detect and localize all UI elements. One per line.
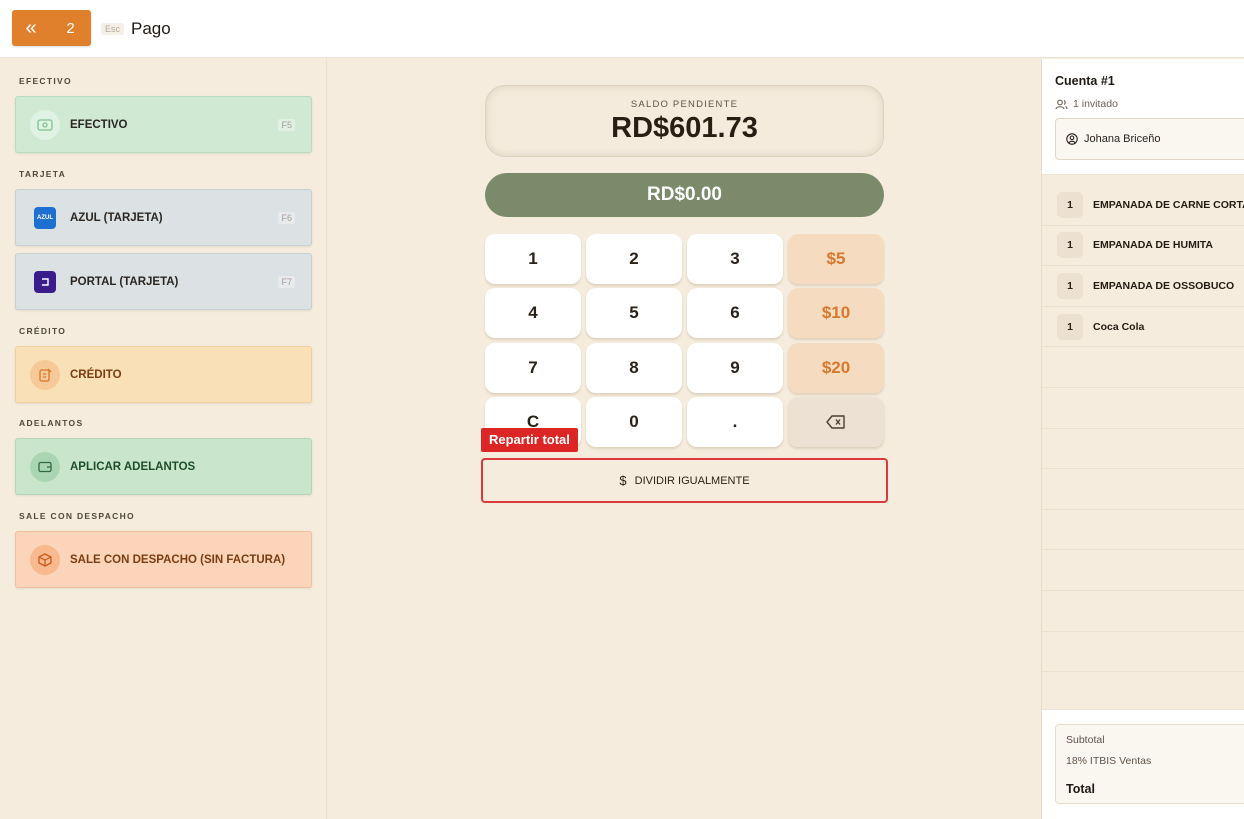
balance-amount: RD$601.73: [611, 112, 758, 144]
credit-note-icon: [30, 359, 60, 390]
azul-logo: AZUL: [34, 206, 56, 229]
keypad-key-8[interactable]: 8: [586, 343, 682, 393]
keypad-key-decimal[interactable]: .: [687, 397, 783, 447]
shortcut-key: F6: [278, 211, 295, 224]
item-quantity: 1: [1057, 272, 1083, 299]
totals-box: Subtotal 18% ITBIS Ventas Total: [1055, 724, 1244, 804]
keypad-key-9[interactable]: 9: [687, 343, 783, 393]
item-quantity: 1: [1057, 191, 1083, 218]
payment-method-label: SALE CON DESPACHO (SIN FACTURA): [70, 553, 286, 566]
payment-method-label: CRÉDITO: [70, 368, 122, 381]
quick-amount-10[interactable]: $10: [788, 288, 884, 338]
wallet-icon: [30, 451, 60, 482]
order-item-row[interactable]: 1 EMPANADA DE OSSOBUCO: [1042, 266, 1244, 307]
empty-row: [1042, 388, 1244, 429]
payment-method-adelantos[interactable]: APLICAR ADELANTOS: [15, 438, 312, 495]
empty-row: [1042, 591, 1244, 632]
empty-row: [1042, 632, 1244, 673]
item-name: EMPANADA DE OSSOBUCO: [1093, 279, 1235, 292]
payment-method-label: AZUL (TARJETA): [70, 211, 163, 224]
cash-icon: [30, 109, 60, 140]
top-bar: « 2 Esc Pago: [0, 0, 1244, 58]
item-name: Coca Cola: [1093, 320, 1145, 333]
guest-selector[interactable]: Johana Briceño: [1055, 118, 1244, 160]
split-equally-button[interactable]: $ DIVIDIR IGUALMENTE: [481, 458, 888, 503]
shortcut-key: F5: [278, 118, 295, 131]
backspace-button[interactable]: [788, 397, 884, 447]
keypad-key-2[interactable]: 2: [586, 234, 682, 284]
back-count: 2: [66, 19, 75, 37]
payment-method-despacho[interactable]: SALE CON DESPACHO (SIN FACTURA): [15, 531, 312, 588]
order-items-list: 1 EMPANADA DE CARNE CORTADA 1 EMPANADA D…: [1042, 185, 1244, 713]
guest-name: Johana Briceño: [1084, 133, 1161, 145]
package-icon: [30, 544, 60, 575]
split-equally-label: DIVIDIR IGUALMENTE: [634, 474, 750, 487]
empty-row: [1042, 550, 1244, 591]
empty-row: [1042, 429, 1244, 470]
item-name: EMPANADA DE CARNE CORTADA: [1093, 198, 1244, 211]
empty-row: [1042, 469, 1244, 510]
user-circle-icon: [1066, 133, 1078, 145]
keypad-key-7[interactable]: 7: [485, 343, 581, 393]
payment-method-portal[interactable]: PORTAL (TARJETA) F7: [15, 253, 312, 310]
account-panel: Cuenta #1 1 invitado Johana Briceño 1 EM…: [1041, 59, 1244, 819]
section-label-adelantos: ADELANTOS: [19, 418, 84, 428]
item-quantity: 1: [1057, 232, 1083, 259]
payment-method-efectivo[interactable]: EFECTIVO F5: [15, 96, 312, 153]
keypad-key-3[interactable]: 3: [687, 234, 783, 284]
empty-row: [1042, 672, 1244, 713]
empty-row: [1042, 347, 1244, 388]
quick-amount-20[interactable]: $20: [788, 343, 884, 393]
guest-count-label: 1 invitado: [1073, 98, 1118, 110]
payment-method-label: APLICAR ADELANTOS: [70, 460, 196, 473]
payment-method-label: PORTAL (TARJETA): [70, 275, 179, 288]
keypad-key-5[interactable]: 5: [586, 288, 682, 338]
item-quantity: 1: [1057, 313, 1083, 340]
account-header: Cuenta #1 1 invitado Johana Briceño: [1042, 59, 1244, 175]
keypad-key-4[interactable]: 4: [485, 288, 581, 338]
order-item-row[interactable]: 1 EMPANADA DE CARNE CORTADA: [1042, 185, 1244, 226]
page-title: Pago: [131, 19, 171, 38]
backspace-icon: [826, 415, 845, 429]
back-button[interactable]: « 2: [12, 10, 91, 46]
esc-shortcut-hint: Esc: [101, 23, 125, 35]
dollar-icon: $: [619, 473, 627, 488]
keypad-key-1[interactable]: 1: [485, 234, 581, 284]
shortcut-key: F7: [278, 275, 295, 288]
empty-row: [1042, 510, 1244, 551]
section-label-tarjeta: TARJETA: [19, 169, 67, 179]
payment-method-azul[interactable]: AZUL AZUL (TARJETA) F6: [15, 189, 312, 246]
guest-count: 1 invitado: [1055, 98, 1118, 110]
portal-logo: [34, 270, 56, 293]
azul-logo-text: AZUL: [37, 214, 53, 221]
users-icon: [1055, 99, 1068, 109]
double-chevron-left-icon: «: [25, 17, 37, 39]
quick-amount-5[interactable]: $5: [788, 234, 884, 284]
section-label-credito: CRÉDITO: [19, 326, 67, 336]
order-item-row[interactable]: 1 Coca Cola: [1042, 307, 1244, 348]
tax-label: 18% ITBIS Ventas: [1066, 755, 1152, 767]
totals-section: Subtotal 18% ITBIS Ventas Total: [1042, 709, 1244, 819]
subtotal-label: Subtotal: [1066, 734, 1105, 746]
section-label-efectivo: EFECTIVO: [19, 76, 72, 86]
total-label: Total: [1066, 782, 1095, 796]
amount-entry-display[interactable]: RD$0.00: [485, 173, 884, 217]
keypad-key-0[interactable]: 0: [586, 397, 682, 447]
item-name: EMPANADA DE HUMITA: [1093, 239, 1213, 252]
split-tooltip: Repartir total: [481, 428, 578, 452]
pending-balance-box: SALDO PENDIENTE RD$601.73: [485, 85, 884, 157]
payment-method-credito[interactable]: CRÉDITO: [15, 346, 312, 403]
order-item-row[interactable]: 1 EMPANADA DE HUMITA: [1042, 226, 1244, 267]
account-title: Cuenta #1: [1055, 74, 1115, 88]
section-label-despacho: SALE CON DESPACHO: [19, 511, 135, 521]
keypad-key-6[interactable]: 6: [687, 288, 783, 338]
payment-method-label: EFECTIVO: [70, 118, 128, 131]
balance-label: SALDO PENDIENTE: [630, 99, 739, 110]
